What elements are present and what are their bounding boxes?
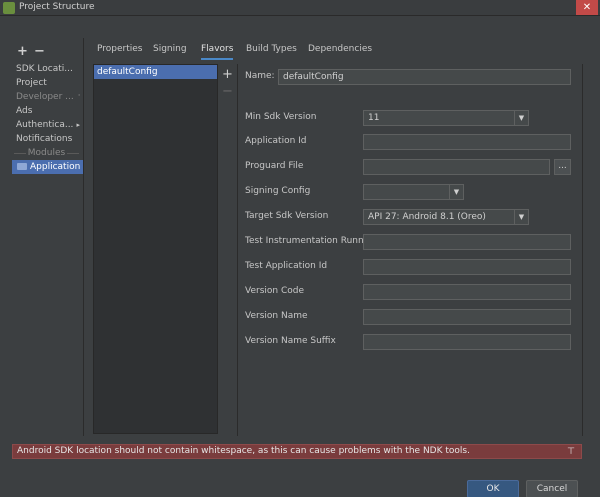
proguard-row: Proguard File ... — [242, 159, 582, 175]
test-application-id-field[interactable] — [363, 259, 571, 275]
flavors-list[interactable]: defaultConfig — [93, 64, 218, 434]
version-name-row: Version Name — [242, 309, 582, 325]
application-id-row: Application Id — [242, 134, 582, 150]
chevron-down-icon: ▼ — [449, 185, 463, 199]
min-sdk-dropdown[interactable]: 11 ▼ — [363, 110, 529, 126]
chevron-down-icon: ▼ — [514, 111, 528, 125]
test-application-id-row: Test Application Id — [242, 259, 582, 275]
folder-icon — [17, 163, 27, 170]
sidebar-item-developer-services[interactable]: Developer ... ' — [10, 90, 83, 104]
sidebar-list: SDK Locati... Project Developer ... ' Ad… — [10, 62, 83, 174]
sidebar-item-ads[interactable]: Ads — [10, 104, 83, 118]
application-id-label: Application Id — [245, 136, 307, 146]
proguard-field[interactable] — [363, 159, 550, 175]
warning-banner: Android SDK location should not contain … — [12, 444, 582, 459]
close-button[interactable]: ✕ — [576, 0, 598, 15]
version-name-suffix-field[interactable] — [363, 334, 571, 350]
target-sdk-value: API 27: Android 8.1 (Oreo) — [368, 212, 486, 222]
sidebar-item-authentication[interactable]: Authentica... ▸ — [10, 118, 83, 132]
title-bar: Project Structure ✕ — [0, 0, 600, 16]
test-application-id-label: Test Application Id — [245, 261, 328, 271]
name-field[interactable]: defaultConfig — [278, 69, 571, 85]
remove-flavor-icon[interactable]: − — [222, 85, 233, 98]
tab-properties[interactable]: Properties — [97, 40, 142, 60]
cancel-button[interactable]: Cancel — [526, 480, 578, 497]
sidebar-item-application[interactable]: Application — [12, 160, 83, 174]
add-flavor-icon[interactable]: + — [222, 68, 233, 81]
window-title: Project Structure — [19, 2, 95, 12]
project-structure-dialog: + − SDK Locati... Project Developer ... … — [0, 16, 600, 497]
chevron-right-icon: ' — [78, 93, 80, 101]
name-row: Name: defaultConfig — [242, 69, 582, 85]
sidebar-item-sdk-location[interactable]: SDK Locati... — [10, 62, 83, 76]
flavor-item-default-config[interactable]: defaultConfig — [94, 65, 217, 79]
version-code-field[interactable] — [363, 284, 571, 300]
target-sdk-row: Target Sdk Version API 27: Android 8.1 (… — [242, 209, 582, 225]
version-name-label: Version Name — [245, 311, 308, 321]
version-name-field[interactable] — [363, 309, 571, 325]
left-navigation-panel: + − SDK Locati... Project Developer ... … — [10, 38, 84, 436]
target-sdk-label: Target Sdk Version — [245, 211, 329, 221]
min-sdk-value: 11 — [368, 113, 380, 123]
add-icon[interactable]: + — [17, 45, 28, 58]
ok-button[interactable]: OK — [467, 480, 519, 497]
application-id-field[interactable] — [363, 134, 571, 150]
warning-text: Android SDK location should not contain … — [17, 446, 470, 456]
tab-build-types[interactable]: Build Types — [246, 40, 297, 60]
test-runner-label: Test Instrumentation Runner — [245, 236, 373, 246]
tab-dependencies[interactable]: Dependencies — [308, 40, 372, 60]
splitter-handle[interactable] — [237, 64, 241, 436]
name-label: Name: — [245, 71, 275, 81]
browse-button[interactable]: ... — [554, 159, 571, 175]
tab-flavors[interactable]: Flavors — [201, 40, 234, 60]
target-sdk-dropdown[interactable]: API 27: Android 8.1 (Oreo) ▼ — [363, 209, 529, 225]
version-name-suffix-row: Version Name Suffix — [242, 334, 582, 350]
version-code-row: Version Code — [242, 284, 582, 300]
sidebar-item-notifications[interactable]: Notifications — [10, 132, 83, 146]
sidebar-item-project[interactable]: Project — [10, 76, 83, 90]
min-sdk-row: Min Sdk Version 11 ▼ — [242, 110, 582, 126]
test-runner-field[interactable] — [363, 234, 571, 250]
version-code-label: Version Code — [245, 286, 304, 296]
pin-icon[interactable]: ⊤ — [567, 447, 575, 457]
version-name-suffix-label: Version Name Suffix — [245, 336, 336, 346]
signing-config-row: Signing Config ▼ — [242, 184, 582, 200]
signing-config-dropdown[interactable]: ▼ — [363, 184, 464, 200]
remove-icon[interactable]: − — [34, 45, 45, 58]
test-runner-row: Test Instrumentation Runner — [242, 234, 582, 250]
android-studio-icon — [3, 2, 15, 14]
signing-config-label: Signing Config — [245, 186, 311, 196]
tab-signing[interactable]: Signing — [153, 40, 187, 60]
min-sdk-label: Min Sdk Version — [245, 112, 317, 122]
flavor-form: Name: defaultConfig Min Sdk Version 11 ▼… — [242, 64, 582, 436]
vertical-scrollbar[interactable] — [582, 64, 586, 436]
chevron-right-icon: ▸ — [76, 121, 80, 129]
proguard-label: Proguard File — [245, 161, 304, 171]
modules-header: Modules — [10, 146, 83, 160]
chevron-down-icon: ▼ — [514, 210, 528, 224]
